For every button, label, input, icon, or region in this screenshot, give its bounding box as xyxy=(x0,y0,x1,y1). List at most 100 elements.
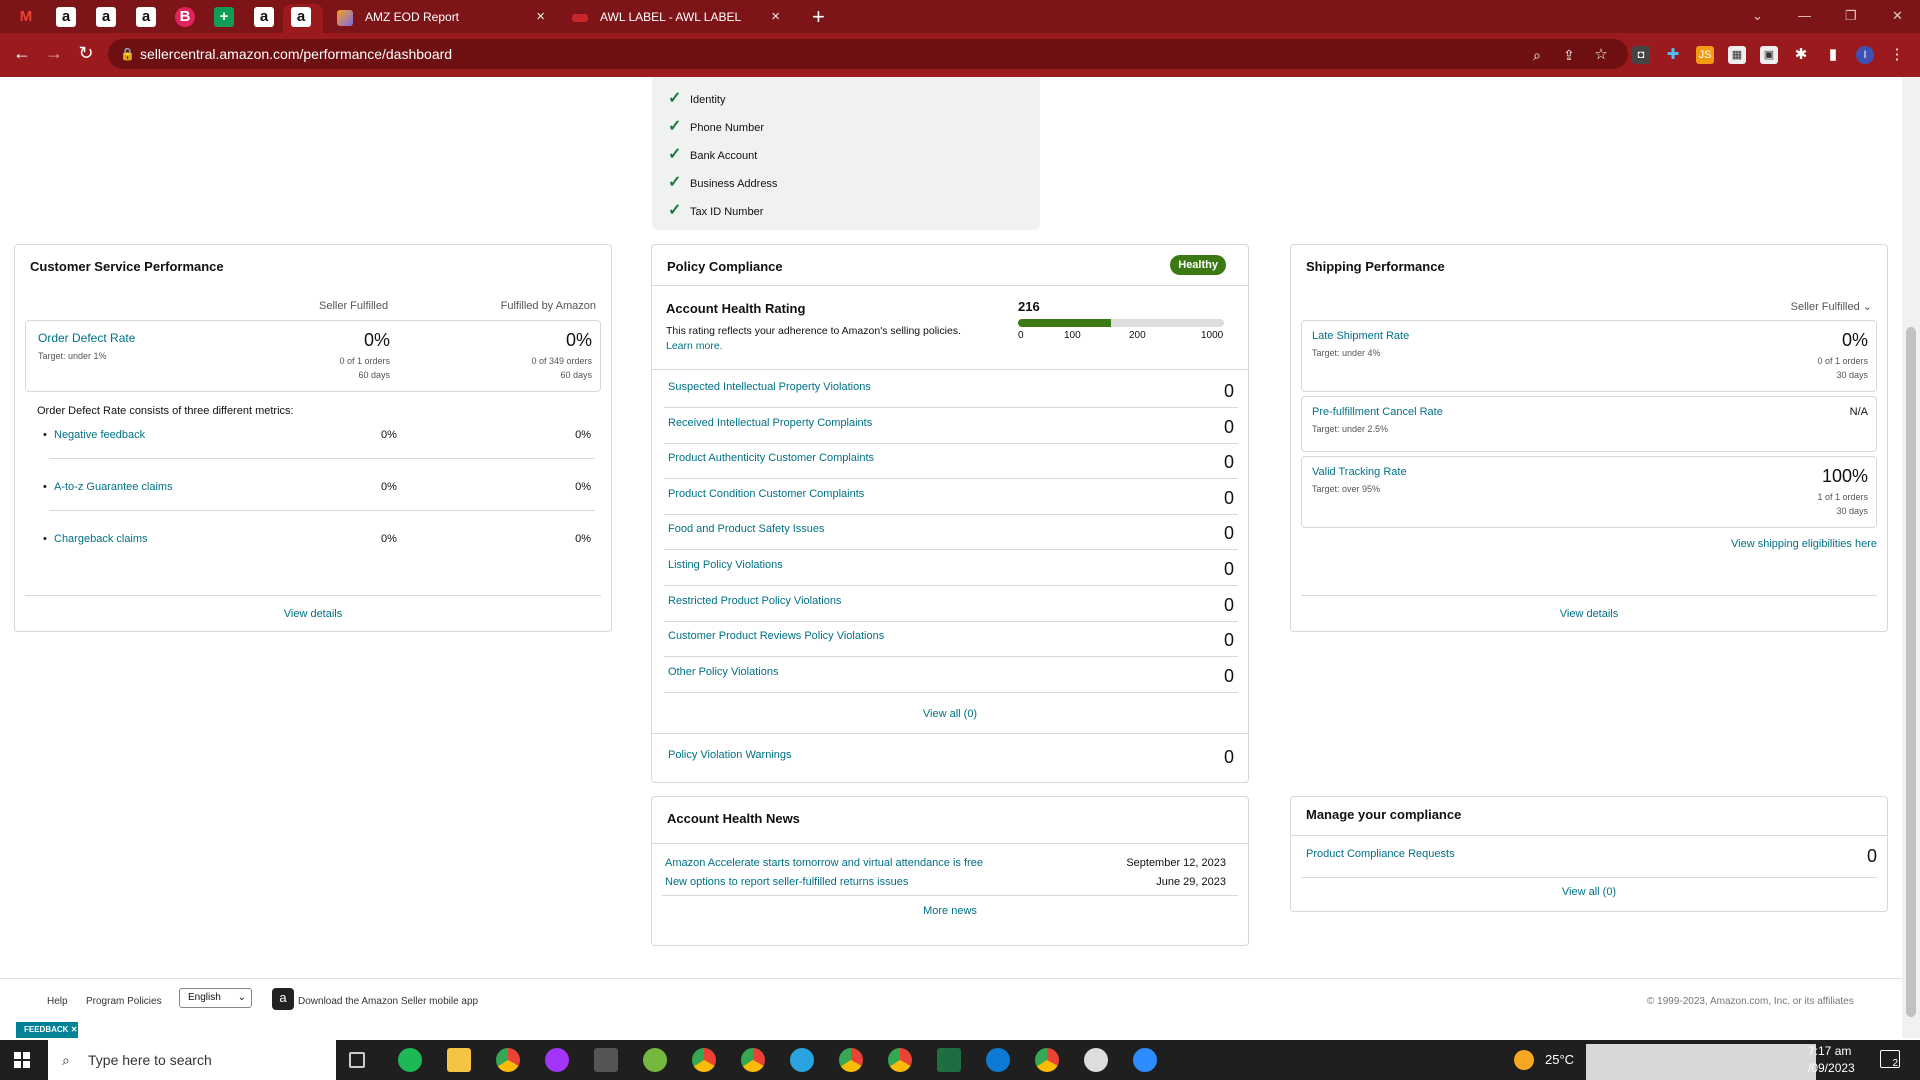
forward-icon[interactable]: → xyxy=(42,43,66,64)
sheets-tab-icon[interactable]: + xyxy=(214,7,234,27)
a-to-z-claims-link[interactable]: A-to-z Guarantee claims xyxy=(54,481,173,493)
shipping-view-details-link[interactable]: View details xyxy=(1291,608,1887,620)
share-icon[interactable]: ⇪ xyxy=(1560,46,1578,64)
gmail-icon[interactable]: M xyxy=(16,7,36,27)
excel-icon[interactable] xyxy=(937,1048,961,1072)
extension-icon[interactable]: ▦ xyxy=(1728,46,1746,64)
language-select[interactable]: English ⌄ xyxy=(179,988,252,1008)
utorrent-icon[interactable] xyxy=(643,1048,667,1072)
chrome-profile-icon[interactable] xyxy=(692,1048,716,1072)
minimize-icon[interactable]: — xyxy=(1798,8,1811,23)
order-defect-rate-link[interactable]: Order Defect Rate xyxy=(38,331,135,345)
new-tab-icon[interactable]: + xyxy=(812,4,825,30)
feedback-tab[interactable]: FEEDBACK ✕ xyxy=(16,1022,78,1038)
check-icon: ✓ xyxy=(668,118,682,135)
late-shipment-rate-link[interactable]: Late Shipment Rate xyxy=(1312,330,1409,342)
account-health-news-card: Account Health News Amazon Accelerate st… xyxy=(651,796,1249,946)
help-link[interactable]: Help xyxy=(47,996,68,1007)
policy-row-link[interactable]: Received Intellectual Property Complaint… xyxy=(668,417,872,429)
app-icon[interactable] xyxy=(1084,1048,1108,1072)
task-view-icon[interactable] xyxy=(349,1052,365,1068)
back-icon[interactable]: ← xyxy=(10,43,34,64)
amazon-tab-icon[interactable]: a xyxy=(254,7,274,27)
tab-amazon-active[interactable]: a xyxy=(283,4,323,33)
messenger-icon[interactable] xyxy=(545,1048,569,1072)
news-item-link[interactable]: Amazon Accelerate starts tomorrow and vi… xyxy=(665,857,983,869)
valid-tracking-rate-link[interactable]: Valid Tracking Rate xyxy=(1312,466,1407,478)
download-app-link[interactable]: Download the Amazon Seller mobile app xyxy=(298,996,478,1007)
policy-row-link[interactable]: Customer Product Reviews Policy Violatio… xyxy=(668,630,884,642)
chrome-profile-icon[interactable] xyxy=(888,1048,912,1072)
tab-search-icon[interactable]: ⌄ xyxy=(1752,8,1763,24)
seller-fulfilled-dropdown[interactable]: Seller Fulfilled ⌄ xyxy=(1791,300,1872,313)
amazon-tab-icon[interactable]: a xyxy=(136,7,156,27)
scrollbar[interactable] xyxy=(1902,77,1920,1038)
spotify-icon[interactable] xyxy=(398,1048,422,1072)
tab-awl-label[interactable]: AWL LABEL - AWL LABEL × xyxy=(560,4,790,33)
chargeback-claims-link[interactable]: Chargeback claims xyxy=(54,533,148,545)
negative-feedback-link[interactable]: Negative feedback xyxy=(54,429,145,441)
metric-row: • Negative feedback 0% 0% xyxy=(15,429,611,481)
zoom-app-icon[interactable] xyxy=(1133,1048,1157,1072)
policy-row: Suspected Intellectual Property Violatio… xyxy=(664,373,1238,408)
cancel-rate-link[interactable]: Pre-fulfillment Cancel Rate xyxy=(1312,406,1443,418)
late-shipment-box: Late Shipment Rate Target: under 4% 0% 0… xyxy=(1301,320,1877,392)
telegram-icon[interactable] xyxy=(790,1048,814,1072)
extension-icon[interactable]: ◘ xyxy=(1632,46,1650,64)
notifications-icon[interactable]: 2 xyxy=(1880,1050,1900,1069)
chrome-icon[interactable] xyxy=(496,1048,520,1072)
product-compliance-requests-link[interactable]: Product Compliance Requests xyxy=(1306,848,1455,860)
file-explorer-icon[interactable] xyxy=(447,1048,471,1072)
b-tab-icon[interactable]: B xyxy=(175,7,195,27)
chrome-profile-icon[interactable] xyxy=(1035,1048,1059,1072)
system-tray-region xyxy=(1586,1044,1816,1080)
policy-row-link[interactable]: Suspected Intellectual Property Violatio… xyxy=(668,381,871,393)
close-icon[interactable]: ✕ xyxy=(71,1025,78,1034)
policy-row-link[interactable]: Restricted Product Policy Violations xyxy=(668,595,841,607)
amazon-tab-icon[interactable]: a xyxy=(56,7,76,27)
scrollbar-thumb[interactable] xyxy=(1906,327,1916,1017)
extension-icon[interactable]: ✚ xyxy=(1664,46,1682,64)
policy-row-link[interactable]: Listing Policy Violations xyxy=(668,559,783,571)
js-extension-icon[interactable]: JS xyxy=(1696,46,1714,64)
compliance-view-all-link[interactable]: View all (0) xyxy=(1291,886,1887,898)
policy-row-link[interactable]: Other Policy Violations xyxy=(668,666,778,678)
cs-view-details-link[interactable]: View details xyxy=(15,608,611,620)
chrome-active-icon[interactable] xyxy=(839,1048,863,1072)
shipping-eligibilities-link[interactable]: View shipping eligibilities here xyxy=(1731,538,1877,550)
extension-icon[interactable]: ▣ xyxy=(1760,46,1778,64)
puzzle-icon[interactable]: ✱ xyxy=(1792,46,1810,64)
address-bar[interactable]: 🔒 sellercentral.amazon.com/performance/d… xyxy=(108,39,1628,69)
policy-row-link[interactable]: Food and Product Safety Issues xyxy=(668,523,825,535)
program-policies-link[interactable]: Program Policies xyxy=(86,996,162,1007)
policy-violation-warnings-link[interactable]: Policy Violation Warnings xyxy=(668,749,792,761)
bookmark-star-icon[interactable]: ☆ xyxy=(1592,46,1610,64)
side-panel-icon[interactable]: ▮ xyxy=(1824,46,1842,64)
cancel-rate-box: Pre-fulfillment Cancel Rate Target: unde… xyxy=(1301,396,1877,452)
zoom-icon[interactable]: ⌕ xyxy=(1528,46,1546,64)
metric-fba-value: 0% xyxy=(575,533,591,545)
windows-start-icon[interactable] xyxy=(14,1052,30,1068)
learn-more-link[interactable]: Learn more. xyxy=(666,340,723,352)
tab-amz-eod-report[interactable]: AMZ EOD Report × xyxy=(325,4,555,33)
amazon-tab-icon[interactable]: a xyxy=(96,7,116,27)
news-date: September 12, 2023 xyxy=(1126,857,1226,869)
close-tab-icon[interactable]: × xyxy=(536,4,545,30)
close-tab-icon[interactable]: × xyxy=(771,4,780,30)
policy-view-all-link[interactable]: View all (0) xyxy=(652,708,1248,720)
card-title: Account Health News xyxy=(667,811,800,826)
order-defect-rate-box: Order Defect Rate Target: under 1% 0% 0 … xyxy=(25,320,601,392)
policy-row-link[interactable]: Product Condition Customer Complaints xyxy=(668,488,864,500)
reload-icon[interactable]: ↻ xyxy=(74,43,98,64)
calculator-icon[interactable] xyxy=(594,1048,618,1072)
chrome-profile-icon[interactable] xyxy=(741,1048,765,1072)
edge-icon[interactable] xyxy=(986,1048,1010,1072)
menu-icon[interactable]: ⋮ xyxy=(1888,46,1906,64)
restore-icon[interactable]: ❐ xyxy=(1845,8,1857,24)
taskbar-search-input[interactable]: ⌕ Type here to search xyxy=(48,1040,336,1080)
profile-avatar-icon[interactable]: I xyxy=(1856,46,1874,64)
news-item-link[interactable]: New options to report seller-fulfilled r… xyxy=(665,876,908,888)
policy-row-link[interactable]: Product Authenticity Customer Complaints xyxy=(668,452,874,464)
more-news-link[interactable]: More news xyxy=(652,905,1248,917)
close-window-icon[interactable]: ✕ xyxy=(1892,8,1903,24)
